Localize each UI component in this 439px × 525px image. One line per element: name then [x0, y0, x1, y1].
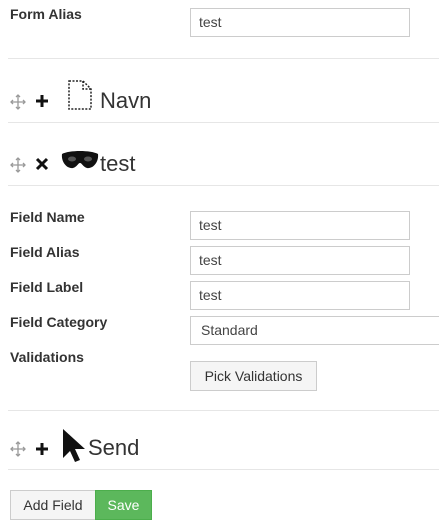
form-alias-label: Form Alias: [10, 6, 82, 22]
save-button[interactable]: Save: [95, 490, 152, 520]
divider: [8, 185, 439, 186]
divider: [8, 410, 439, 411]
field-label-label: Field Label: [10, 279, 84, 295]
plus-icon[interactable]: [34, 93, 50, 109]
field-title-send[interactable]: Send: [88, 435, 139, 461]
cursor-icon: [62, 428, 88, 464]
divider: [8, 469, 439, 470]
field-name-input[interactable]: test: [190, 211, 410, 240]
field-title-navn[interactable]: Navn: [100, 88, 151, 114]
validations-label: Validations: [10, 349, 84, 365]
close-icon[interactable]: [35, 157, 49, 171]
field-category-select[interactable]: Standard: [190, 316, 439, 345]
drag-handle-icon[interactable]: [10, 157, 26, 173]
add-field-button[interactable]: Add Field: [10, 490, 96, 520]
field-category-label: Field Category: [10, 314, 108, 330]
pick-validations-button[interactable]: Pick Validations: [190, 361, 317, 391]
drag-handle-icon[interactable]: [10, 441, 26, 457]
plus-icon[interactable]: [34, 441, 50, 457]
field-name-label: Field Name: [10, 209, 85, 225]
field-alias-label: Field Alias: [10, 244, 80, 260]
divider: [8, 58, 439, 59]
mask-icon: [61, 150, 99, 172]
drag-handle-icon[interactable]: [10, 94, 26, 110]
field-alias-input[interactable]: test: [190, 246, 410, 275]
field-title-test[interactable]: test: [100, 151, 135, 177]
document-icon: [68, 80, 92, 110]
field-label-input[interactable]: test: [190, 281, 410, 310]
form-alias-input[interactable]: test: [190, 8, 410, 37]
divider: [8, 122, 439, 123]
